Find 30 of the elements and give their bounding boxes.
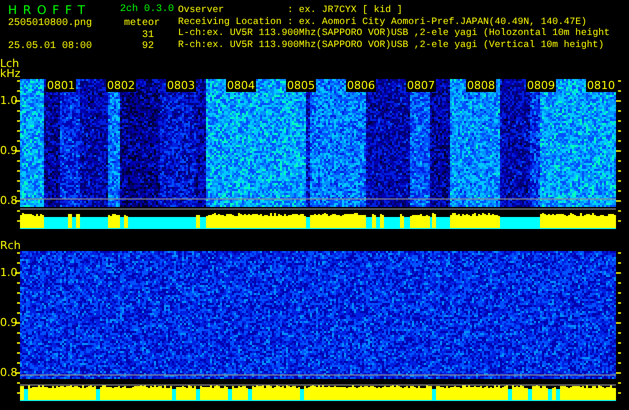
timestamp-label: 25.05.01 08:00 xyxy=(8,41,94,53)
station-info-line: R-ch:ex. UV5R 113.900Mhz(SAPPORO VOR)USB ,2-ele yagi (Vertical 10m height) xyxy=(178,38,606,50)
version-label: 2ch 0.3.0 xyxy=(120,3,176,17)
time-label: 0801 xyxy=(46,79,76,92)
meteor-count: 92 xyxy=(140,41,155,53)
channel-label: Lch xyxy=(0,59,20,69)
axis-tick-label: 1.0 xyxy=(0,267,18,278)
filename-label: 2505010800.png xyxy=(8,18,94,30)
app-title: H R O F F T xyxy=(8,3,88,17)
station-info-line: Receiving Location : ex. Aomori City Aomori-Pref.JAPAN(40.49N, 140.47E) xyxy=(178,16,588,27)
time-label: 0805 xyxy=(286,79,316,92)
time-label: 0806 xyxy=(346,79,376,92)
time-label: 0802 xyxy=(106,79,136,92)
channel-label: Rch xyxy=(0,241,22,251)
axis-tick-label: 0.8 xyxy=(0,367,18,378)
time-label: 0807 xyxy=(406,79,436,92)
time-label: 0810 xyxy=(586,79,616,92)
axis-tick-label: 0.8 xyxy=(0,195,18,206)
unit-label: kHz xyxy=(0,69,22,79)
station-info-line: L-ch:ex. UV5R 113.900Mhz(SAPPORO VOR)USB ,2-ele yagi (Holozontal 10m height xyxy=(178,27,610,38)
meteor-label: meteor xyxy=(124,18,162,30)
axis-tick-label: 1.0 xyxy=(0,95,18,106)
axis-tick-label: 0.9 xyxy=(0,317,18,328)
station-info-line: Ovserver : ex. JR7CYX [ kid ] xyxy=(178,4,404,16)
axis-tick-label: 0.9 xyxy=(0,145,18,156)
time-label: 0809 xyxy=(526,79,556,92)
meteor-count: 31 xyxy=(140,30,155,41)
time-label: 0808 xyxy=(466,79,496,92)
time-label: 0803 xyxy=(166,79,196,92)
time-label: 0804 xyxy=(226,79,256,92)
